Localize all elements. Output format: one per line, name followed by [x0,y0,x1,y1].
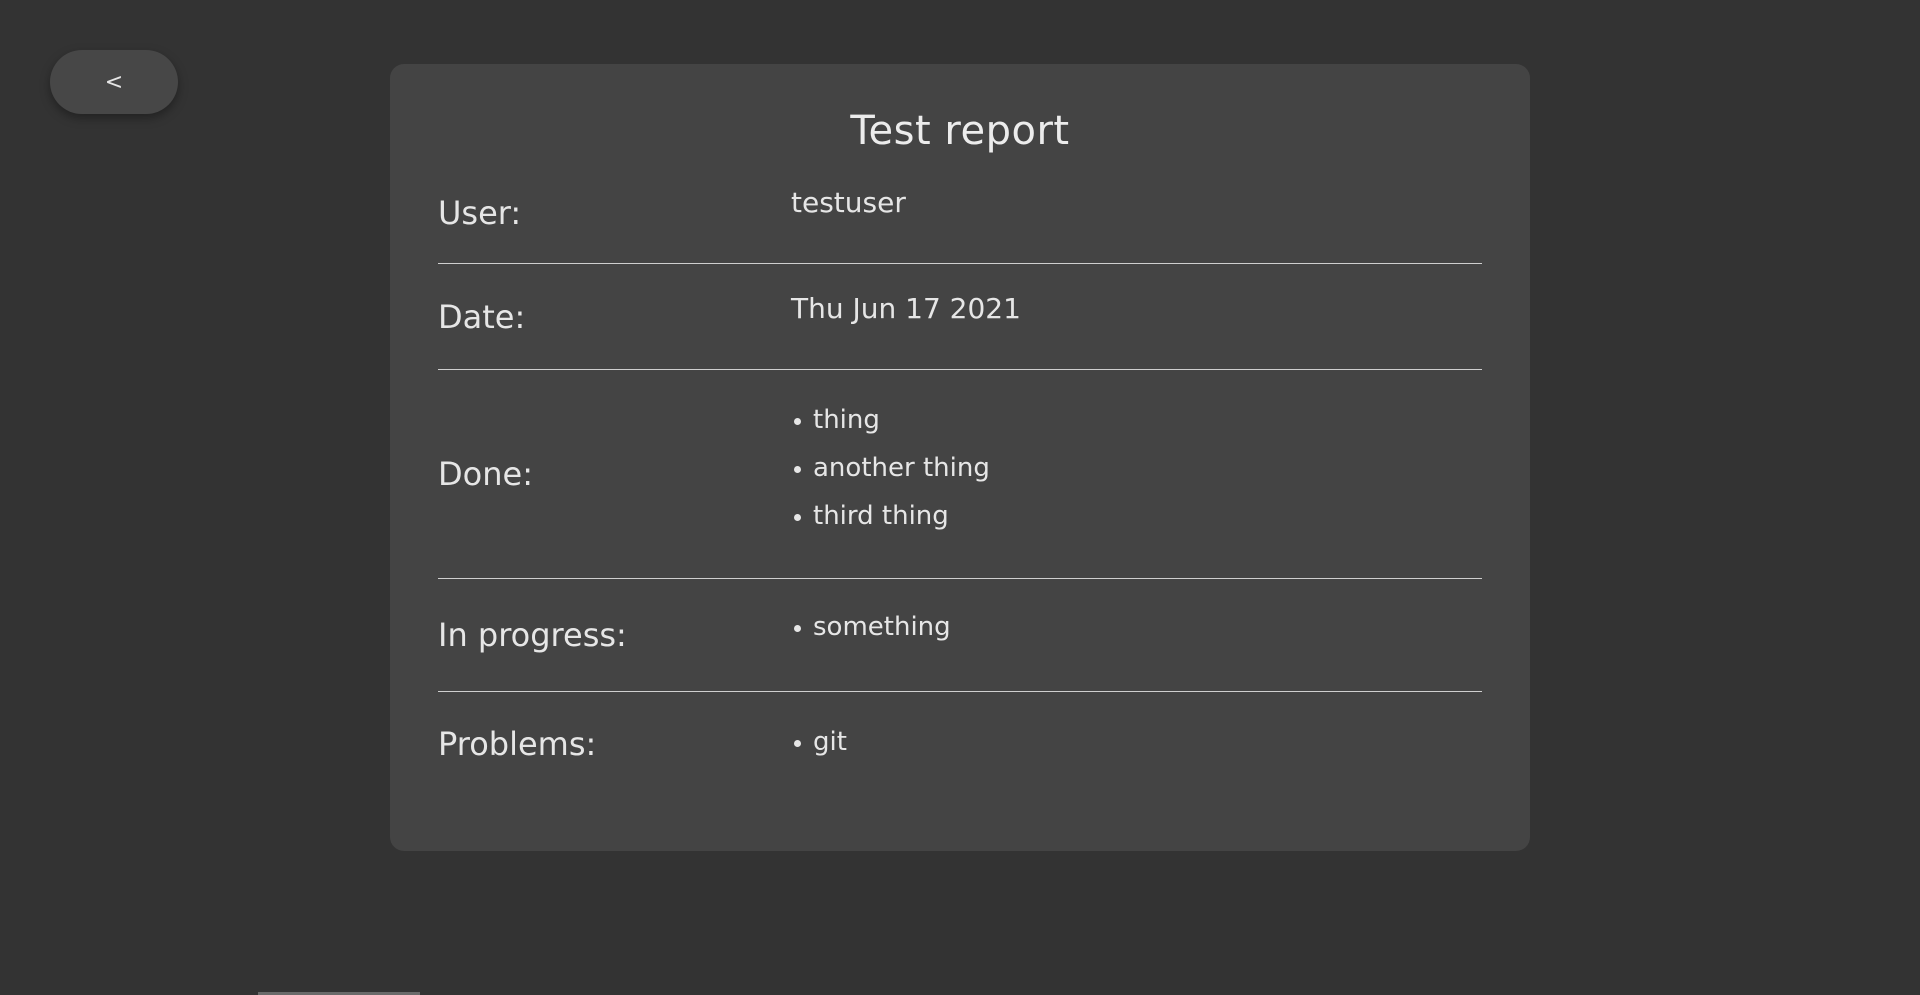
report-row-date: Date: Thu Jun 17 2021 [438,264,1482,370]
in-progress-value: something [791,579,951,651]
back-button[interactable]: < [50,50,178,114]
in-progress-list: something [791,603,951,651]
problems-list: git [791,718,847,766]
user-label: User: [438,193,522,232]
list-item: something [791,603,951,651]
in-progress-label: In progress: [438,616,627,654]
date-value: Thu Jun 17 2021 [791,292,1021,325]
list-item: thing [791,396,990,444]
done-label: Done: [438,455,533,493]
list-item: third thing [791,492,990,540]
list-item: git [791,718,847,766]
report-row-user: User: testuser [438,156,1482,264]
problems-value: git [791,692,847,766]
report-row-done: Done: thing another thing third thing [438,370,1482,579]
date-label: Date: [438,297,526,336]
back-chevron-icon: < [104,69,124,95]
done-list: thing another thing third thing [791,396,990,540]
problems-label: Problems: [438,725,597,763]
report-card: Test report User: testuser Date: Thu Jun… [390,64,1530,851]
page-title: Test report [850,108,1070,154]
done-value: thing another thing third thing [791,370,990,540]
user-value: testuser [791,186,906,219]
list-item: another thing [791,444,990,492]
report-row-problems: Problems: git [438,692,1482,802]
report-row-in-progress: In progress: something [438,579,1482,692]
